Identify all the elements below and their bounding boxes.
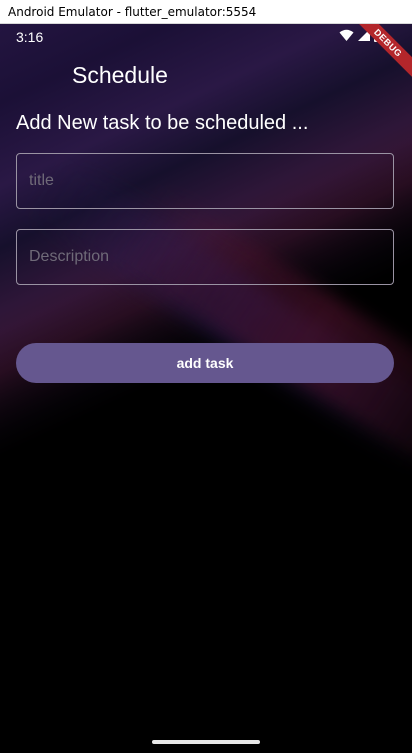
title-field[interactable] (16, 153, 394, 209)
device-screen: 3:16 DEBUG Schedule Add New task to be s… (0, 24, 412, 753)
home-indicator[interactable] (152, 740, 260, 744)
app-bar-title: Schedule (72, 62, 168, 88)
window-titlebar: Android Emulator - flutter_emulator:5554 (0, 0, 412, 24)
window-title: Android Emulator - flutter_emulator:5554 (8, 5, 257, 19)
status-time: 3:16 (16, 29, 44, 45)
title-input[interactable] (17, 154, 393, 208)
status-bar: 3:16 (0, 24, 412, 50)
form-heading: Add New task to be scheduled ... (16, 112, 309, 134)
description-field[interactable] (16, 229, 394, 285)
app-bar: Schedule (0, 50, 412, 102)
description-input[interactable] (17, 230, 393, 284)
add-task-button[interactable]: add task (16, 343, 394, 383)
wifi-icon (339, 29, 354, 41)
